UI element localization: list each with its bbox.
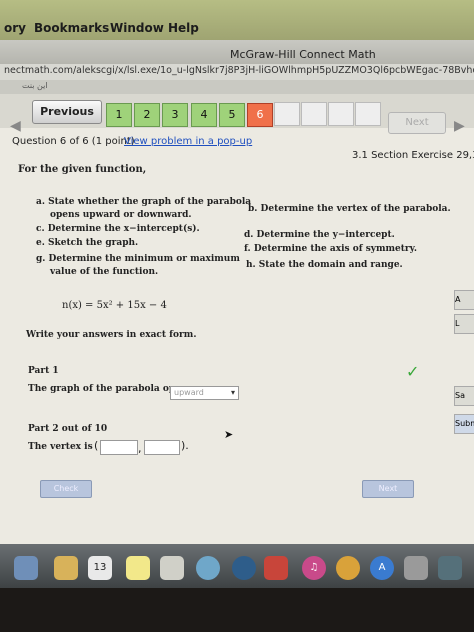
instruction-text: Write your answers in exact form. — [26, 330, 197, 340]
window-title-bar: McGraw-Hill Connect Math — [0, 40, 474, 64]
mouse-cursor-icon: ➤ — [224, 428, 234, 441]
side-button-a[interactable]: A — [454, 290, 474, 310]
empty-slot — [355, 102, 381, 126]
address-bar[interactable]: nectmath.com/alekscgi/x/lsl.exe/1o_u-lgN… — [0, 64, 474, 80]
item-a-line1: a. State whether the graph of the parabo… — [36, 197, 252, 207]
question-1-button[interactable]: 1 — [106, 103, 132, 127]
next-part-button[interactable]: Next — [362, 480, 414, 498]
url-text[interactable]: nectmath.com/alekscgi/x/lsl.exe/1o_u-lgN… — [4, 65, 474, 76]
submit-button[interactable]: Subm — [454, 414, 474, 434]
chat-icon[interactable] — [196, 556, 220, 580]
part2-title: Part 2 out of 10 — [28, 424, 108, 434]
empty-slot — [301, 102, 327, 126]
preview-icon[interactable] — [14, 556, 38, 580]
dock: 13 ♫ A — [0, 544, 474, 588]
system-icon[interactable] — [438, 556, 462, 580]
function-expression: n(x) = 5x² + 15x − 4 — [62, 300, 167, 311]
open-paren: ( — [94, 439, 99, 452]
previous-button[interactable]: Previous — [32, 100, 102, 124]
stickies-icon[interactable] — [126, 556, 150, 580]
dropdown-arrow-icon: ▾ — [230, 388, 235, 397]
check-button[interactable]: Check — [40, 480, 92, 498]
save-button[interactable]: Sa — [454, 386, 474, 406]
question-6-button[interactable]: 6 — [247, 103, 273, 127]
next-button[interactable]: Next — [388, 112, 446, 134]
intro-text: For the given function, — [18, 164, 147, 175]
menu-window[interactable]: Window — [110, 21, 164, 35]
item-a-line2: opens upward or downward. — [50, 210, 192, 220]
calendar-icon[interactable]: 13 — [88, 556, 112, 580]
photo-booth-icon[interactable] — [404, 556, 428, 580]
bookmarks-bar: اين بنت — [0, 80, 474, 94]
item-g-line2: value of the function. — [50, 267, 159, 277]
app-icon[interactable] — [264, 556, 288, 580]
question-header: Question 6 of 6 (1 point) — [12, 136, 135, 147]
popup-link[interactable]: View problem in a pop-up — [124, 136, 252, 147]
vertex-y-input[interactable] — [144, 440, 180, 455]
forward-arrow-icon[interactable]: ▶ — [454, 118, 465, 134]
app-store-icon[interactable]: A — [370, 556, 394, 580]
image-app-icon[interactable] — [336, 556, 360, 580]
question-2-button[interactable]: 2 — [134, 103, 160, 127]
empty-slot — [328, 102, 354, 126]
section-label: 3.1 Section Exercise 29,30 — [352, 150, 474, 161]
main-content: Previous 1 2 3 4 5 6 Next ◀ ▶ Question 6… — [0, 94, 474, 544]
question-4-button[interactable]: 4 — [191, 103, 217, 127]
side-button-l[interactable]: L — [454, 314, 474, 334]
empty-slot — [274, 102, 300, 126]
photos-icon[interactable] — [160, 556, 184, 580]
comma: , — [138, 442, 142, 455]
item-g-line1: g. Determine the minimum or maximum — [36, 254, 240, 264]
bookmark-label[interactable]: اين بنت — [22, 81, 48, 90]
item-e: e. Sketch the graph. — [36, 238, 139, 248]
part1-prompt: The graph of the parabola opens — [28, 384, 193, 394]
webcam-icon[interactable] — [232, 556, 256, 580]
question-5-button[interactable]: 5 — [219, 103, 245, 127]
part2-prompt: The vertex is — [28, 442, 93, 452]
screen-bezel — [0, 588, 474, 632]
vertex-x-input[interactable] — [100, 440, 138, 455]
item-d: d. Determine the y−intercept. — [244, 230, 395, 240]
item-c: c. Determine the x−intercept(s). — [36, 224, 200, 234]
item-h: h. State the domain and range. — [246, 260, 403, 270]
back-arrow-icon[interactable]: ◀ — [10, 118, 21, 134]
part1-title: Part 1 — [28, 366, 59, 376]
direction-select[interactable]: upward ▾ — [170, 386, 239, 400]
item-f: f. Determine the axis of symmetry. — [244, 244, 417, 254]
window-title: McGraw-Hill Connect Math — [230, 48, 376, 61]
close-paren: ). — [181, 439, 189, 452]
itunes-icon[interactable]: ♫ — [302, 556, 326, 580]
menu-help[interactable]: Help — [168, 21, 199, 35]
question-3-button[interactable]: 3 — [162, 103, 188, 127]
direction-select-value: upward — [174, 388, 204, 397]
folder-icon[interactable] — [54, 556, 78, 580]
item-b: b. Determine the vertex of the parabola. — [248, 204, 451, 214]
checkmark-icon: ✓ — [406, 362, 420, 381]
menu-bookmarks[interactable]: Bookmarks — [34, 21, 109, 35]
menu-bar: ory Bookmarks Window Help — [0, 0, 474, 40]
menu-history[interactable]: ory — [4, 21, 26, 35]
